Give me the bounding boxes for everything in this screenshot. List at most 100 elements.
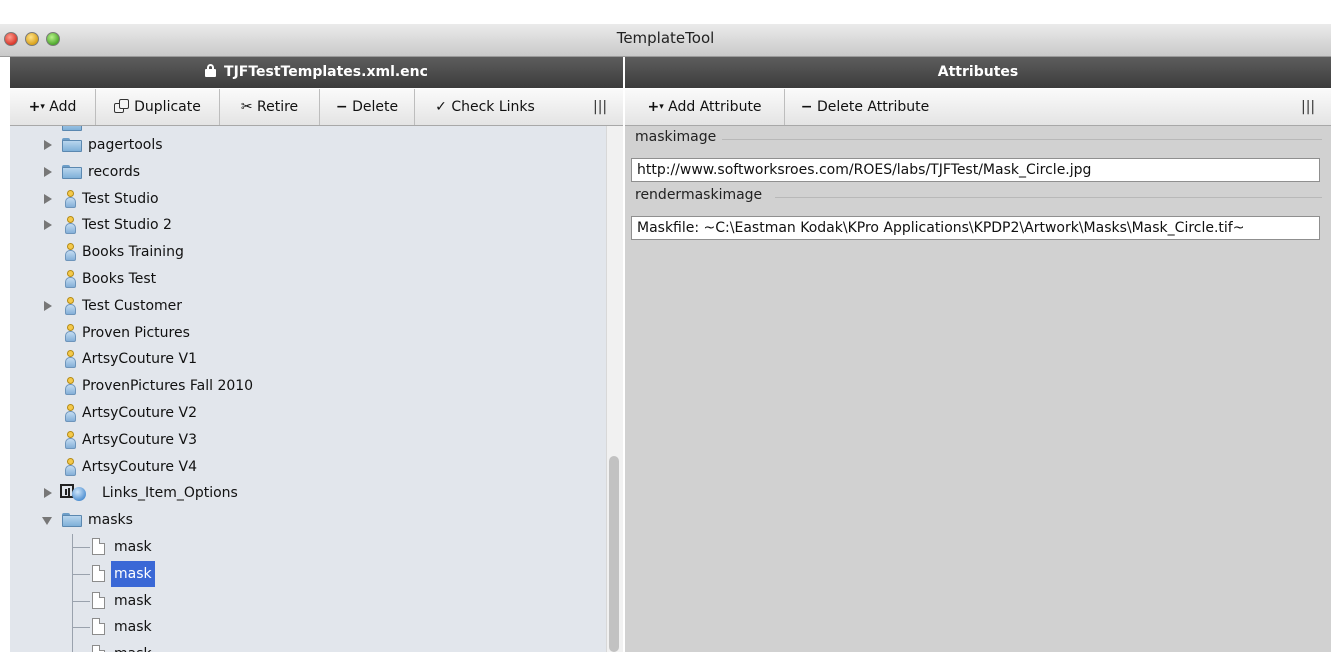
tree-item-label: Books Test: [82, 271, 157, 287]
toolbar-overflow-grip-icon[interactable]: |||: [1301, 89, 1315, 125]
minus-icon: −: [335, 99, 348, 115]
tree-scrollbar-thumb[interactable]: [609, 456, 619, 652]
user-icon: [64, 323, 76, 342]
title-bar[interactable]: TemplateTool: [0, 24, 1331, 57]
tree-item-label: Books Training: [82, 244, 184, 261]
tree-item[interactable]: mask: [10, 641, 606, 652]
window-left-edge: [0, 24, 10, 652]
tree-item[interactable]: Test Studio: [10, 186, 606, 212]
attribute-label-rendermaskimage: rendermaskimage: [635, 187, 763, 203]
tree-connector-line: [72, 587, 73, 615]
folder-icon: [62, 126, 82, 131]
lock-icon: [205, 64, 217, 77]
tree-item[interactable]: records: [10, 159, 606, 185]
document-icon: [92, 564, 105, 582]
template-tree[interactable]: pagertools records Test Studio Test Studio …: [10, 126, 606, 652]
collapse-arrow-icon[interactable]: [42, 517, 52, 526]
add-button[interactable]: +▾ Add: [10, 89, 96, 125]
tree-item-label: pagertools: [88, 137, 163, 153]
retire-button[interactable]: ✂ Retire: [220, 89, 320, 125]
tree-item-label: mask: [114, 619, 152, 636]
tree-connector-line: [72, 573, 90, 575]
checkmark-icon: ✓: [435, 99, 447, 115]
tree-item-label: ArtsyCouture V4: [82, 458, 197, 475]
tree-item[interactable]: mask: [10, 587, 606, 615]
tree-item[interactable]: masks: [10, 507, 606, 533]
user-icon: [64, 243, 76, 262]
user-icon: [64, 377, 76, 396]
attribute-separator: [722, 139, 1322, 140]
tree-item[interactable]: Proven Pictures: [10, 320, 606, 346]
tree-item-label: records: [88, 163, 141, 180]
delete-button[interactable]: − Delete: [320, 89, 415, 125]
tree-connector-line: [72, 641, 73, 652]
window-title: TemplateTool: [616, 29, 715, 47]
tree-connector-line: [72, 627, 90, 629]
tree-item[interactable]: mask: [10, 534, 606, 561]
plus-dropdown-icon: +▾: [28, 99, 45, 115]
delete-attribute-button[interactable]: − Delete Attribute: [785, 89, 945, 125]
tree-item-label: mask: [114, 592, 152, 609]
user-icon: [64, 189, 76, 208]
expand-arrow-icon[interactable]: [44, 300, 52, 311]
expand-arrow-icon[interactable]: [44, 220, 52, 231]
tree-item[interactable]: pagertools: [10, 132, 606, 158]
tree-connector-line: [72, 600, 90, 602]
tree-item-label: Proven Pictures: [82, 324, 190, 341]
tree-item[interactable]: ArtsyCouture V1: [10, 346, 606, 372]
folder-icon: [62, 164, 82, 179]
tree-item-label: Links_Item_Options: [102, 485, 238, 502]
tree-item[interactable]: mask: [10, 560, 606, 588]
attribute-separator: [775, 197, 1322, 198]
links-icon: [60, 484, 88, 502]
toolbar-overflow-grip-icon[interactable]: |||: [593, 89, 607, 125]
expand-arrow-icon[interactable]: [44, 140, 52, 150]
tree-item-label: Test Studio 2: [82, 217, 172, 234]
plus-dropdown-icon: +▾: [647, 99, 664, 115]
user-icon: [64, 404, 76, 422]
duplicate-button[interactable]: Duplicate: [96, 89, 220, 125]
tree-item[interactable]: Books Training: [10, 239, 606, 265]
tree-connector-line: [72, 547, 90, 548]
user-icon: [64, 216, 76, 235]
file-name: TJFTestTemplates.xml.enc: [224, 64, 428, 80]
check-links-button[interactable]: ✓ Check Links: [415, 89, 555, 125]
tree-item[interactable]: Links_Item_Options: [10, 480, 606, 506]
tree-item[interactable]: ArtsyCouture V3: [10, 427, 606, 453]
tree-item[interactable]: ArtsyCouture V2: [10, 400, 606, 426]
tree-item[interactable]: Test Studio 2: [10, 212, 606, 238]
attribute-value-rendermaskimage[interactable]: Maskfile: ~C:\Eastman Kodak\KPro Applica…: [631, 216, 1320, 240]
attributes-toolbar: +▾ Add Attribute − Delete Attribute |||: [625, 89, 1331, 126]
tree-item-label: mask: [114, 641, 152, 652]
attribute-value-maskimage[interactable]: http://www.softworksroes.com/ROES/labs/T…: [631, 158, 1320, 182]
expand-arrow-icon[interactable]: [44, 166, 52, 177]
add-attribute-button[interactable]: +▾ Add Attribute: [625, 89, 785, 125]
tree-item[interactable]: Books Test: [10, 266, 606, 292]
attribute-label-maskimage: maskimage: [635, 129, 717, 145]
tree-item-label: Test Customer: [82, 297, 183, 314]
document-icon: [92, 591, 105, 609]
tree-item-label: ArtsyCouture V3: [82, 431, 197, 448]
tree-connector-line: [72, 560, 73, 588]
expand-arrow-icon[interactable]: [44, 193, 52, 204]
user-icon: [64, 350, 76, 369]
tree-item-label: masks: [88, 512, 133, 529]
expand-arrow-icon[interactable]: [44, 488, 52, 499]
tree-item-label: mask: [111, 560, 155, 587]
user-icon: [64, 296, 76, 315]
tree-item-label: Test Studio: [82, 190, 159, 207]
document-icon: [92, 645, 105, 652]
user-icon: [64, 430, 76, 449]
tree-item[interactable]: mask: [10, 614, 606, 642]
scissors-icon: ✂: [240, 99, 253, 115]
file-header: TJFTestTemplates.xml.enc: [10, 57, 623, 88]
tree-item[interactable]: ProvenPictures Fall 2010: [10, 373, 606, 399]
folder-icon: [62, 138, 82, 152]
minus-icon: −: [800, 99, 813, 115]
tree-item[interactable]: ArtsyCouture V4: [10, 454, 606, 480]
user-icon: [64, 270, 76, 288]
tree-item[interactable]: Test Customer: [10, 293, 606, 319]
document-icon: [92, 538, 105, 555]
user-icon: [64, 457, 76, 476]
document-icon: [92, 618, 105, 636]
